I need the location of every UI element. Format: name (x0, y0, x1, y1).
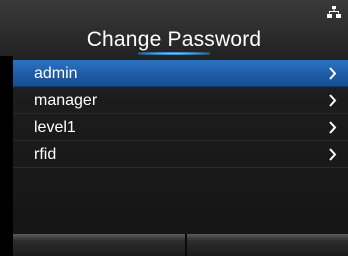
page-title: Change Password (86, 28, 262, 51)
list-item-level1[interactable]: level1 (13, 114, 348, 141)
softkey-bar (13, 234, 348, 256)
list-item-admin[interactable]: admin (13, 60, 348, 87)
chevron-right-icon (329, 94, 337, 107)
list-item-label: rfid (34, 146, 57, 163)
list-item-label: level1 (34, 119, 76, 136)
network-icon (327, 6, 341, 18)
list-item-label: manager (34, 92, 98, 109)
chevron-right-icon (329, 67, 337, 80)
printer-lcd-screen: Change Password admin manager level1 rfi… (0, 0, 348, 256)
chevron-right-icon (329, 148, 337, 161)
softkey-left[interactable] (13, 234, 185, 256)
title-bar: Change Password (0, 0, 348, 56)
list-item-rfid[interactable]: rfid (13, 141, 348, 168)
chevron-right-icon (329, 121, 337, 134)
list-item-label: admin (34, 65, 78, 82)
list-item-manager[interactable]: manager (13, 87, 348, 114)
softkey-right[interactable] (187, 234, 348, 256)
user-list: admin manager level1 rfid (13, 60, 348, 168)
title-underline (138, 52, 210, 55)
